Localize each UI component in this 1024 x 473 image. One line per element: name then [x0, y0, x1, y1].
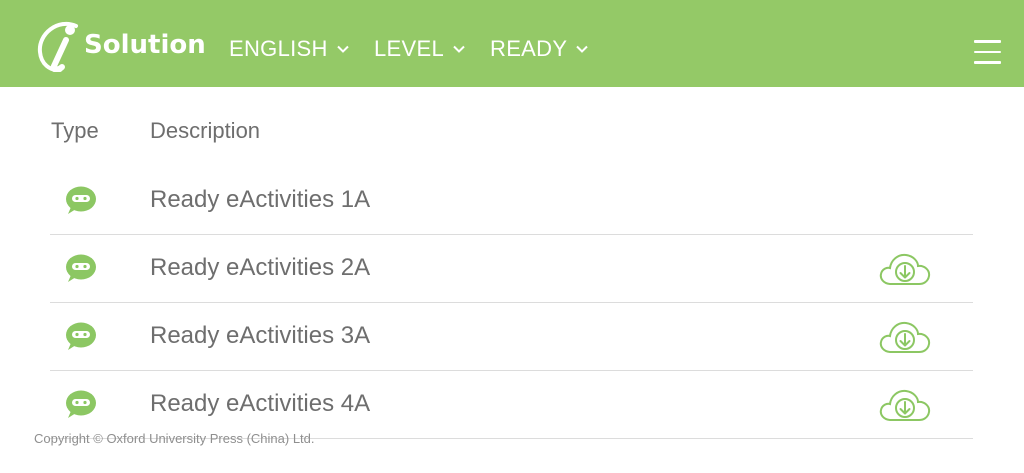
table-row[interactable]: Ready eActivities 4A: [50, 371, 973, 439]
logo-text: Solution: [84, 30, 206, 60]
isolution-logo[interactable]: Solution: [36, 20, 206, 72]
chevron-down-icon: [453, 45, 465, 53]
table-row[interactable]: Ready eActivities 3A: [50, 303, 973, 371]
cloud-download-icon[interactable]: [878, 319, 932, 355]
cloud-download-icon[interactable]: [878, 251, 932, 287]
table-row[interactable]: Ready eActivities 1A: [50, 167, 973, 235]
row-description[interactable]: Ready eActivities 4A: [150, 390, 370, 418]
table-row[interactable]: Ready eActivities 2A: [50, 235, 973, 303]
top-navigation-bar: Solution ENGLISH LEVEL READY: [0, 0, 1024, 87]
cloud-download-icon[interactable]: [878, 387, 932, 423]
nav-english[interactable]: ENGLISH: [229, 36, 350, 62]
nav-level[interactable]: LEVEL: [374, 36, 466, 62]
chat-bot-icon: [66, 322, 96, 350]
chevron-down-icon: [336, 45, 349, 53]
hamburger-menu-button[interactable]: [974, 40, 1001, 64]
row-description[interactable]: Ready eActivities 1A: [150, 186, 370, 214]
column-header-type: Type: [51, 118, 99, 143]
logo-i-emblem-icon: [37, 22, 78, 72]
chat-bot-icon: [66, 254, 96, 282]
column-header-description: Description: [150, 118, 261, 143]
chat-bot-icon: [66, 390, 96, 418]
nav-ready[interactable]: READY: [490, 36, 589, 62]
copyright-text: Copyright © Oxford University Press (Chi…: [34, 431, 315, 446]
table-header: Type Description: [0, 118, 1024, 144]
row-description[interactable]: Ready eActivities 2A: [150, 254, 370, 282]
nav-level-label: LEVEL: [374, 36, 444, 61]
nav-ready-label: READY: [490, 36, 568, 61]
chevron-down-icon: [576, 45, 589, 53]
row-description[interactable]: Ready eActivities 3A: [150, 322, 370, 350]
chat-bot-icon: [66, 186, 96, 214]
nav-english-label: ENGLISH: [229, 36, 328, 61]
